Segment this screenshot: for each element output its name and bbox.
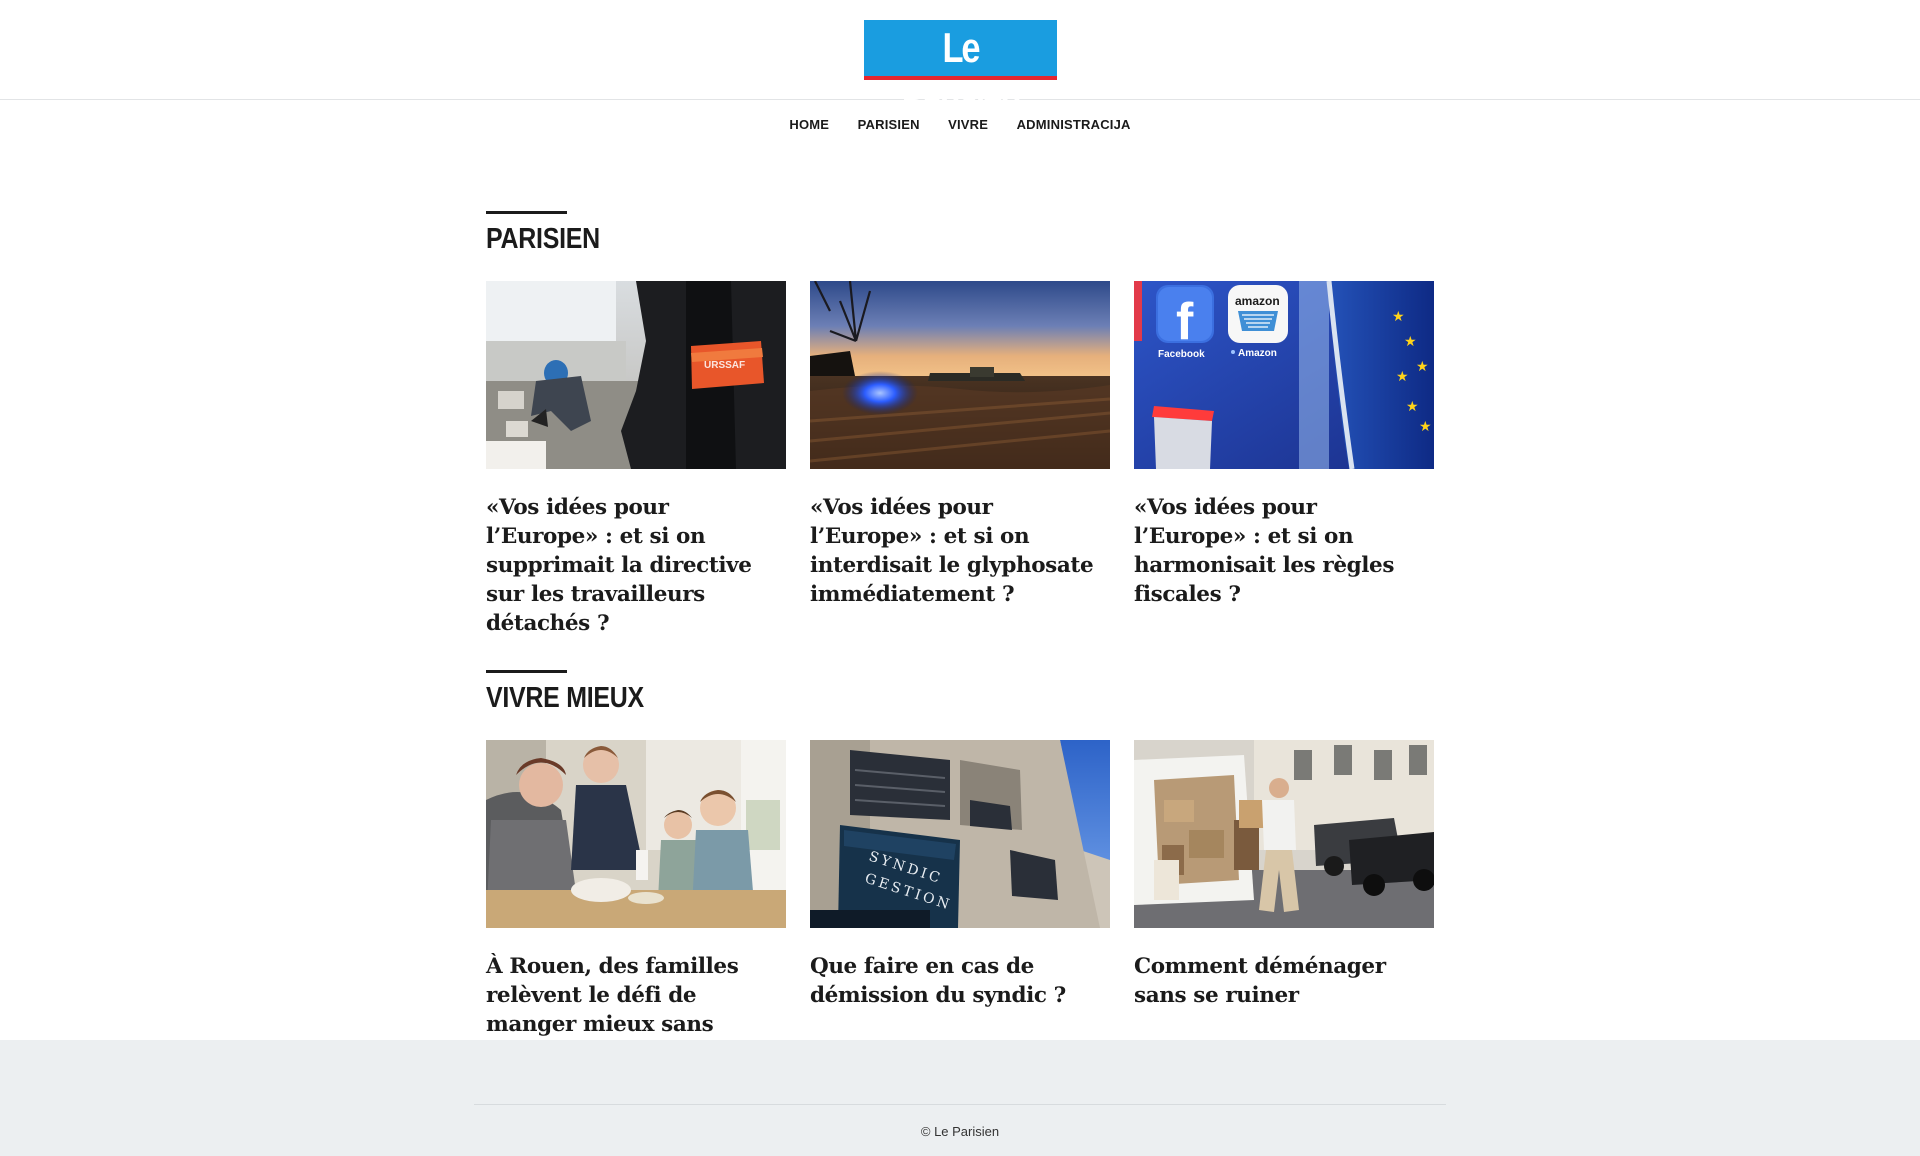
logo-wordmark: Le Parisien	[901, 24, 1022, 119]
family-cooking-photo[interactable]	[486, 740, 786, 928]
tractor-field-at-dusk-photo[interactable]	[810, 281, 1110, 469]
footer-divider	[474, 1104, 1446, 1105]
urssaf-armband-text: URSSAF	[704, 360, 745, 371]
le-parisien-logo[interactable]: Le Parisien	[864, 20, 1057, 119]
article-title[interactable]: «Vos idées pour l’Europe» : et si on sup…	[486, 493, 786, 638]
section-title[interactable]: VIVRE MIEUX	[486, 682, 644, 715]
svg-text:★: ★	[1396, 369, 1409, 385]
site-footer: © Le Parisien	[0, 1040, 1920, 1156]
amazon-caption: Amazon	[1238, 348, 1277, 359]
nav-item-vivre[interactable]: VIVRE	[948, 117, 988, 132]
amazon-wordmark: amazon	[1235, 294, 1280, 308]
nav-item-home[interactable]: HOME	[789, 117, 829, 132]
article-title[interactable]: «Vos idées pour l’Europe» : et si on har…	[1134, 493, 1434, 609]
logo-red-underline	[864, 76, 1057, 80]
section-rule	[486, 211, 567, 214]
article-title[interactable]: Comment déménager sans se ruiner	[1134, 952, 1434, 1010]
svg-text:★: ★	[1406, 399, 1419, 415]
article-title[interactable]: «Vos idées pour l’Europe» : et si on int…	[810, 493, 1110, 609]
svg-text:★: ★	[1416, 359, 1429, 375]
article-title[interactable]: Que faire en cas de démission du syndic …	[810, 952, 1110, 1010]
facebook-amazon-eu-flag-photo[interactable]: f Facebook amazon Amazon ★ ★ ★ ★ ★ ★	[1134, 281, 1434, 469]
facebook-caption: Facebook	[1158, 349, 1205, 360]
section-title[interactable]: PARISIEN	[486, 223, 600, 256]
syndic-gestion-building-photo[interactable]: SYNDIC GESTION	[810, 740, 1110, 928]
section-vivre-mieux: VIVRE MIEUX À Rouen, des familles relève…	[486, 670, 1434, 1066]
svg-text:★: ★	[1419, 419, 1432, 435]
svg-text:★: ★	[1392, 309, 1405, 325]
nav-item-parisien[interactable]: PARISIEN	[858, 117, 920, 132]
section-rule	[486, 670, 567, 673]
site-header: Le Parisien	[0, 0, 1920, 119]
section-parisien: PARISIEN URSSAF «Vos idées pour l’Europe…	[486, 211, 1434, 636]
nav-item-administracija[interactable]: ADMINISTRACIJA	[1017, 117, 1131, 132]
copyright-text: © Le Parisien	[920, 1124, 1000, 1139]
main-nav: HOME PARISIEN VIVRE ADMINISTRACIJA	[0, 116, 1920, 136]
moving-van-photo[interactable]	[1134, 740, 1434, 928]
facebook-glyph: f	[1176, 293, 1194, 351]
svg-text:★: ★	[1404, 334, 1417, 350]
urssaf-inspector-photo[interactable]: URSSAF	[486, 281, 786, 469]
